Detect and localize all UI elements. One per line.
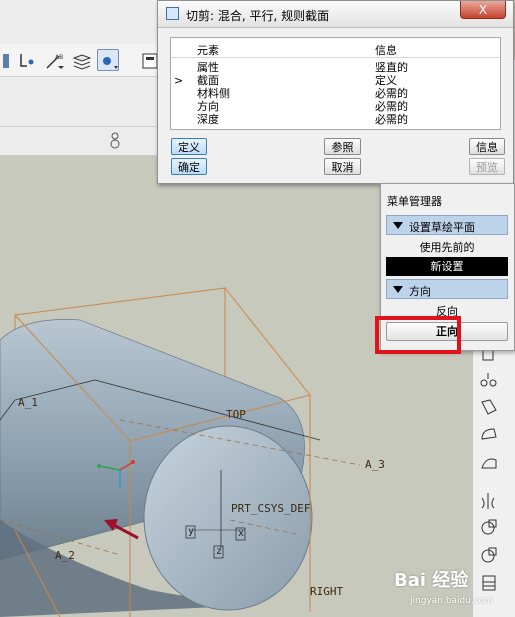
info-button[interactable]: 信息 [469,138,505,155]
triangle-down-icon [393,222,403,229]
axis-label-a3[interactable]: A_3 [365,458,385,471]
menu-section-setup-sketch-plane[interactable]: 设置草绘平面 [386,215,508,235]
highlight-annotation [375,316,461,354]
element-table[interactable]: 元素 信息 属性 竖直的 > 截面 定义 材料侧 必需的 方向 必需的 深度 必… [170,37,501,130]
plane-label-top[interactable]: TOP [226,408,246,421]
toolbar-row [0,126,170,156]
column-header-info: 信息 [375,44,397,57]
cylinder-end-cap[interactable] [143,425,313,611]
dialog-title: 切剪: 混合, 平行, 规则截面 [186,9,330,23]
row-element: 属性 [197,61,219,74]
sweep-icon[interactable] [478,369,500,391]
row-info: 竖直的 [375,61,408,74]
datum-plane-edge [224,287,311,396]
row-element: 材料侧 [197,87,230,100]
triad-point [97,464,101,468]
row-element: 方向 [197,100,219,113]
triad-point [131,460,135,464]
shell-icon[interactable] [478,452,500,474]
table-row[interactable]: > 截面 定义 [171,74,500,87]
reference-button[interactable]: 参照 [324,138,361,155]
row-element: 截面 [197,74,219,87]
watermark-logo: Bai 经验 [394,570,469,591]
table-row[interactable]: 属性 竖直的 [171,61,500,74]
ok-button[interactable]: 确定 [171,158,207,175]
section-label: 设置草绘平面 [409,221,475,234]
pattern-icon[interactable] [478,572,500,594]
svg-text:AB: AB [55,54,63,61]
close-button[interactable]: X [460,1,506,19]
dialog-titlebar[interactable]: 切剪: 混合, 平行, 规则截面 X [158,1,513,28]
row-info: 必需的 [375,113,408,126]
mirror-icon[interactable] [478,490,500,512]
draft-icon[interactable] [478,396,500,418]
cancel-button[interactable]: 取消 [324,158,361,175]
row-info: 必需的 [375,100,408,113]
axis-icon[interactable]: AB [42,49,64,71]
section-label: 方向 [409,285,431,298]
menu-section-direction[interactable]: 方向 [386,279,508,299]
csys-label[interactable]: PRT_CSYS_DEF [231,502,310,515]
axis-label-a1[interactable]: A_1 [18,396,38,409]
menu-item-new-setup[interactable]: 新设置 [386,257,508,276]
table-row[interactable]: 方向 必需的 [171,100,500,113]
preview-button[interactable]: 预览 [469,158,505,175]
datum-point-icon[interactable] [16,49,38,71]
row-marker: > [174,74,184,87]
triangle-down-icon [393,286,403,293]
layers-icon[interactable] [70,49,92,71]
csys-y-label: y [188,526,195,537]
plane-label-right[interactable]: RIGHT [310,585,343,598]
row-info: 定义 [375,74,397,87]
axis-label-a2[interactable]: A_2 [55,549,75,562]
row-element: 深度 [197,113,219,126]
sketch-display-icon[interactable] [97,49,119,71]
column-header-element: 元素 [197,44,219,57]
header-divider [171,57,500,58]
csys-z-label: z [216,546,223,557]
menu-item-use-previous[interactable]: 使用先前的 [386,238,508,257]
dialog-window-icon [166,7,179,20]
table-row[interactable]: 材料侧 必需的 [171,87,500,100]
row-info: 必需的 [375,87,408,100]
merge-icon[interactable] [478,516,500,538]
trim-icon[interactable] [478,544,500,566]
watermark-url: jingyan.baidu.com [410,596,494,606]
table-row[interactable]: 深度 必需的 [171,113,500,126]
menu-manager-title: 菜单管理器 [387,195,442,208]
cut-blend-dialog: 切剪: 混合, 平行, 规则截面 X 元素 信息 属性 竖直的 > 截面 定义 … [157,0,514,184]
csys-x-label: x [238,528,245,539]
person-icon[interactable] [107,130,123,152]
round-icon[interactable] [478,423,500,445]
define-button[interactable]: 定义 [171,138,207,155]
